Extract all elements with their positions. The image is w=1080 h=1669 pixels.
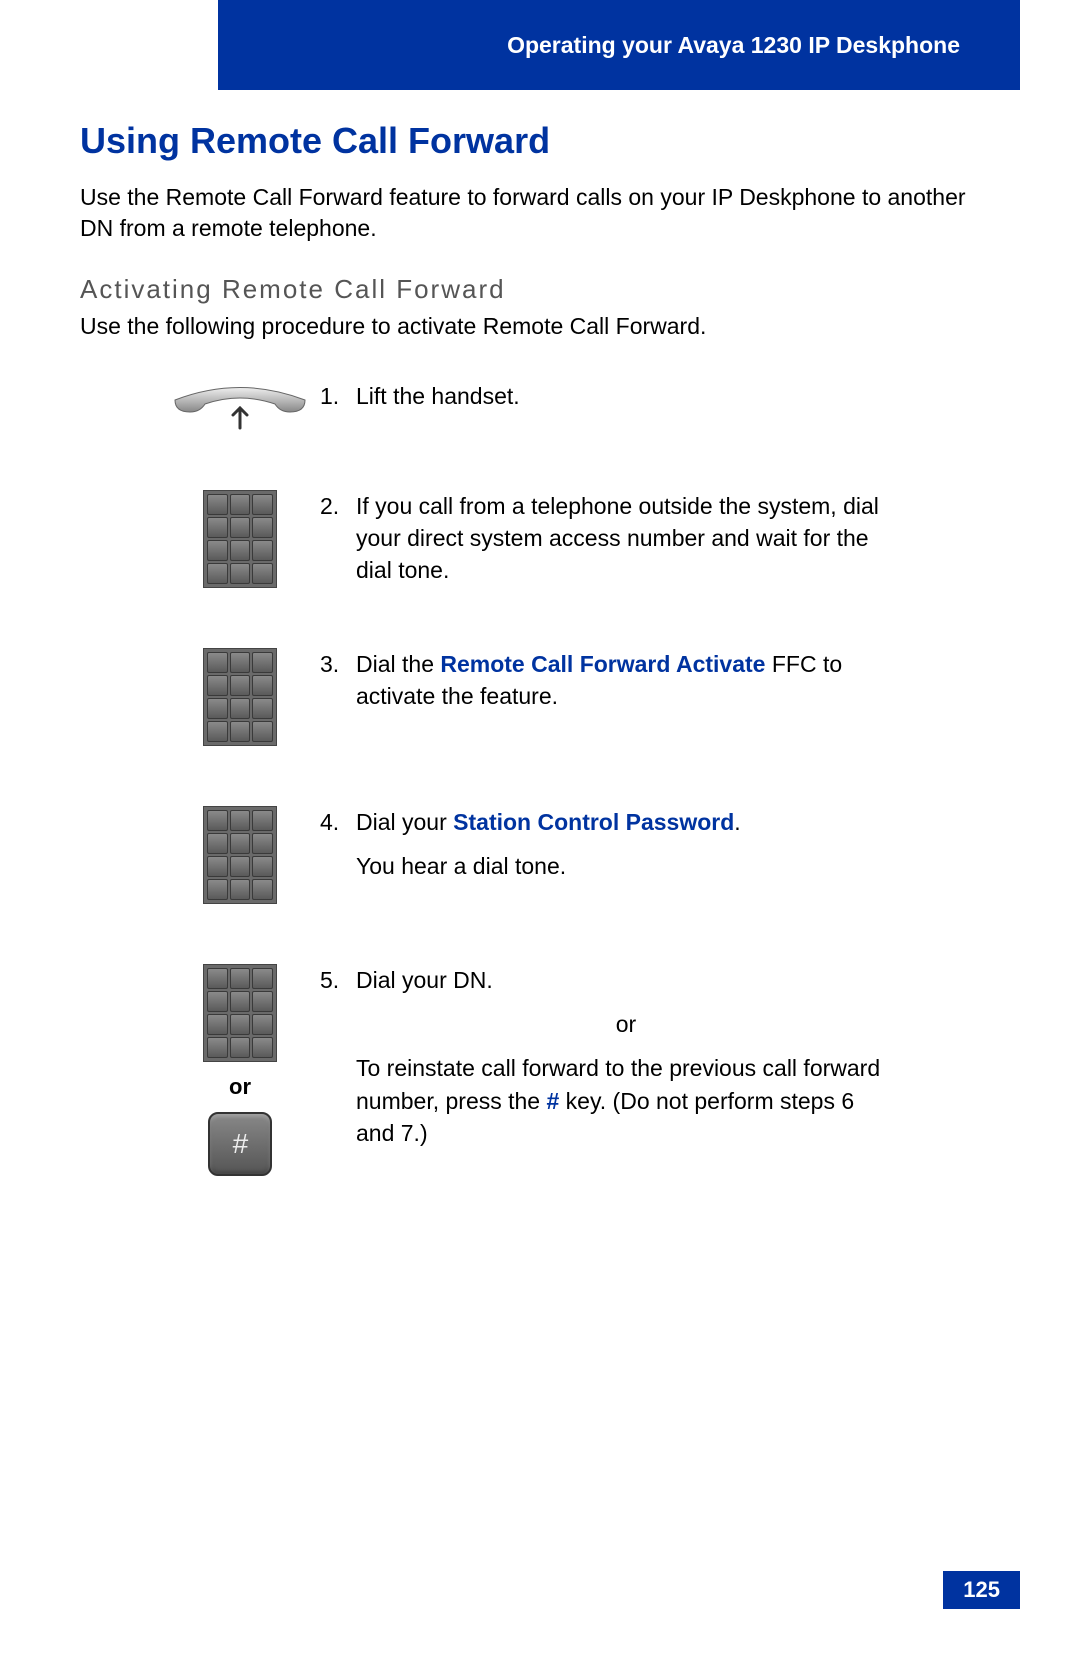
section-intro: Use the Remote Call Forward feature to f… xyxy=(80,182,980,244)
step-text-line1: Dial your DN. xyxy=(356,964,896,996)
step-text: If you call from a telephone outside the… xyxy=(356,490,896,587)
keypad-icon xyxy=(203,490,277,588)
step-text: Dial your Station Control Password. You … xyxy=(356,806,741,882)
header-bar: Operating your Avaya 1230 IP Deskphone xyxy=(218,0,1020,90)
step-5: or # 5. Dial your DN. or To reinstate ca… xyxy=(160,964,980,1176)
keypad-icon xyxy=(203,806,277,904)
step-number: 4. xyxy=(320,806,356,882)
header-title: Operating your Avaya 1230 IP Deskphone xyxy=(507,32,960,59)
page-content: Using Remote Call Forward Use the Remote… xyxy=(80,110,980,1236)
hash-key-icon: # xyxy=(208,1112,272,1176)
highlight-hash: # xyxy=(547,1088,560,1114)
step-text-pre: Dial the xyxy=(356,651,440,677)
step-number: 5. xyxy=(320,964,356,1149)
step-3: 3. Dial the Remote Call Forward Activate… xyxy=(160,648,980,746)
subsection-intro: Use the following procedure to activate … xyxy=(80,313,980,340)
step-4: 4. Dial your Station Control Password. Y… xyxy=(160,806,980,904)
step-text-post: . xyxy=(734,809,740,835)
step-text-pre: Dial your xyxy=(356,809,453,835)
step-text-line2: You hear a dial tone. xyxy=(356,850,741,882)
keypad-icon xyxy=(203,648,277,746)
step-text: Lift the handset. xyxy=(356,380,520,412)
handset-lift-icon xyxy=(165,380,315,430)
step-text: Dial the Remote Call Forward Activate FF… xyxy=(356,648,896,712)
step-2: 2. If you call from a telephone outside … xyxy=(160,490,980,588)
step-1: 1. Lift the handset. xyxy=(160,380,980,430)
step-number: 2. xyxy=(320,490,356,587)
step-text: Dial your DN. or To reinstate call forwa… xyxy=(356,964,896,1149)
or-separator: or xyxy=(356,1008,896,1040)
keypad-icon xyxy=(203,964,277,1062)
step-number: 1. xyxy=(320,380,356,412)
or-label: or xyxy=(229,1074,251,1100)
highlight-term: Station Control Password xyxy=(453,809,734,835)
step-number: 3. xyxy=(320,648,356,712)
page-number: 125 xyxy=(943,1571,1020,1609)
subsection-heading: Activating Remote Call Forward xyxy=(80,274,980,305)
section-heading: Using Remote Call Forward xyxy=(80,120,980,162)
highlight-term: Remote Call Forward Activate xyxy=(440,651,765,677)
